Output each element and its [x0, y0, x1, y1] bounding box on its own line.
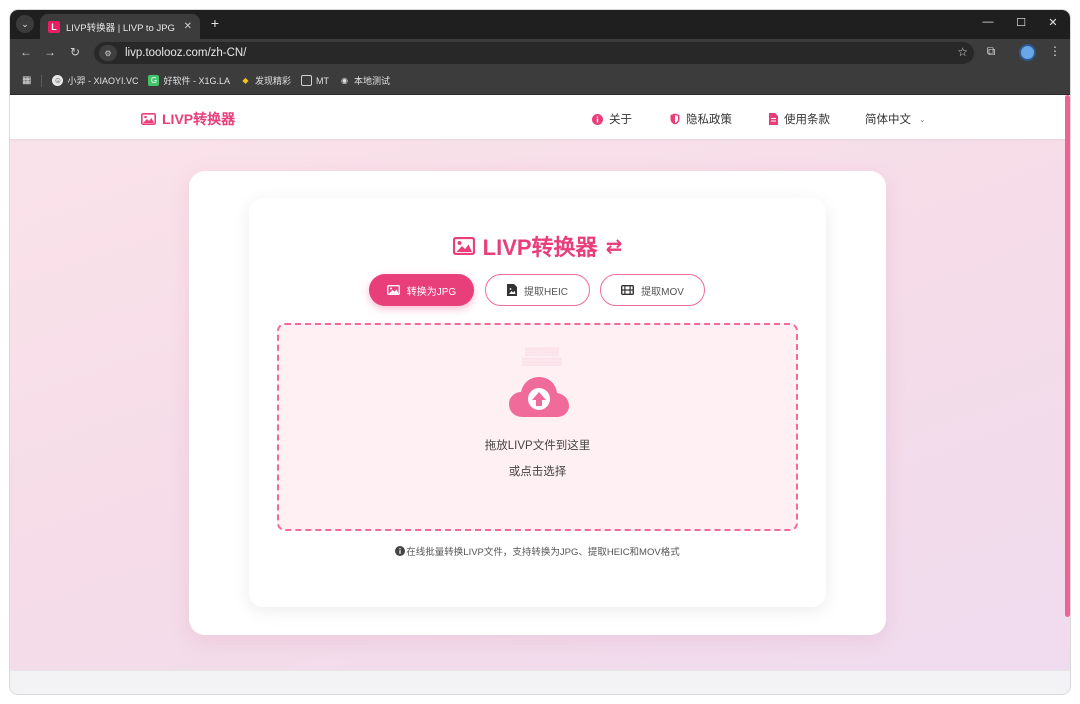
- bookmark-item[interactable]: ◆ 发现精彩: [240, 74, 291, 87]
- document-icon: [769, 113, 778, 125]
- logo-text: LIVP转换器: [162, 111, 236, 127]
- scrollbar[interactable]: [1065, 95, 1070, 617]
- info-icon: [395, 546, 406, 556]
- watermark: ▒▒▒▒▒▒ ▒▒▒▒▒▒▒: [522, 347, 562, 366]
- bookmark-item[interactable]: ☺ 小羿 - XIAOYI.VC: [52, 74, 138, 87]
- page-footer: [10, 670, 1070, 694]
- dropzone-secondary-text[interactable]: 或点击选择: [279, 463, 796, 479]
- file-dropzone[interactable]: ▒▒▒▒▒▒ ▒▒▒▒▒▒▒ 拖放LIVP文件到这里 或点击选择: [277, 323, 798, 531]
- image-icon: [452, 237, 475, 255]
- app-icon: G: [148, 75, 160, 86]
- bookmark-label: MT: [316, 75, 330, 86]
- new-tab-icon[interactable]: +: [206, 15, 224, 31]
- reload-icon[interactable]: ↻: [67, 45, 83, 59]
- nav-label: 隐私政策: [686, 114, 732, 126]
- browser-toolbar: ← → ↻ ⚙ livp.toolooz.com/zh-CN/ ☆ ⧉ ⋮: [10, 39, 1070, 67]
- tab-strip: ⌄ L LIVP转换器 | LIVP to JPG - 在线 ✕ + — ☐ ✕: [10, 10, 1070, 39]
- title-text: LIVP转换器: [482, 235, 598, 260]
- bookmark-star-icon[interactable]: ☆: [957, 45, 968, 59]
- chevron-down-icon: ⌄: [919, 114, 926, 124]
- tab-search-icon[interactable]: ⌄: [16, 15, 34, 33]
- tab-convert-jpg[interactable]: 转换为JPG: [369, 274, 474, 306]
- maximize-icon[interactable]: ☐: [1011, 16, 1031, 29]
- close-tab-icon[interactable]: ✕: [184, 21, 192, 32]
- globe-icon: ◉: [341, 76, 348, 85]
- nav-privacy[interactable]: 隐私政策: [670, 111, 732, 127]
- back-icon[interactable]: ←: [18, 45, 34, 59]
- forward-icon[interactable]: →: [42, 45, 58, 59]
- language-select[interactable]: 简体中文 ⌄: [865, 111, 926, 127]
- url-text[interactable]: livp.toolooz.com/zh-CN/: [125, 47, 246, 59]
- bookmarks-divider: [41, 74, 43, 87]
- bookmark-item[interactable]: ◉ 本地测试: [339, 74, 390, 87]
- folder-icon: [301, 75, 313, 86]
- web-page: LIVP转换器 关于 隐私政策 使用条款 简体中文 ⌄ LIVP转换器 ⇄ 转换…: [10, 95, 1070, 694]
- tab-label: 提取MOV: [641, 286, 684, 298]
- converter-panel: LIVP转换器 ⇄ 转换为JPG 提取HEIC 提取MOV ▒▒▒▒▒▒ ▒▒▒…: [189, 171, 886, 635]
- swap-arrows-icon: ⇄: [605, 235, 623, 258]
- bookmark-label: 小羿 - XIAOYI.VC: [67, 76, 139, 86]
- dropzone-primary-text: 拖放LIVP文件到这里: [484, 440, 591, 452]
- nav-label: 关于: [609, 114, 632, 126]
- image-icon: [141, 113, 156, 125]
- bookmark-item[interactable]: MT: [301, 75, 329, 86]
- tab-extract-heic[interactable]: 提取HEIC: [485, 274, 590, 306]
- site-header: LIVP转换器 关于 隐私政策 使用条款 简体中文 ⌄: [10, 95, 1070, 139]
- nav-terms[interactable]: 使用条款: [769, 111, 830, 127]
- sparkle-icon: ◆: [242, 76, 249, 85]
- bookmark-item[interactable]: G 好软件 - X1G.LA: [148, 74, 230, 87]
- address-bar[interactable]: ⚙ livp.toolooz.com/zh-CN/ ☆: [94, 42, 974, 64]
- nav-about[interactable]: 关于: [592, 111, 632, 127]
- bookmark-label: 本地测试: [354, 76, 391, 86]
- cloud-upload-icon: [509, 377, 569, 417]
- profile-avatar[interactable]: [1019, 44, 1036, 61]
- window-close-icon[interactable]: ✕: [1043, 16, 1063, 29]
- shield-icon: [670, 113, 680, 125]
- nav-label: 使用条款: [784, 114, 830, 126]
- tab-label: 转换为JPG: [406, 286, 457, 298]
- bookmarks-bar: ▦ ☺ 小羿 - XIAOYI.VC G 好软件 - X1G.LA ◆ 发现精彩…: [10, 67, 1070, 95]
- avatar-icon: ☺: [52, 75, 64, 86]
- site-settings-icon[interactable]: ⚙: [99, 45, 117, 61]
- site-logo[interactable]: LIVP转换器: [141, 109, 235, 129]
- language-label: 简体中文: [865, 114, 911, 126]
- apps-icon[interactable]: ▦: [22, 75, 31, 86]
- converter-card: LIVP转换器 ⇄ 转换为JPG 提取HEIC 提取MOV ▒▒▒▒▒▒ ▒▒▒…: [249, 198, 826, 607]
- browser-window: ⌄ L LIVP转换器 | LIVP to JPG - 在线 ✕ + — ☐ ✕…: [10, 10, 1070, 694]
- info-text: 在线批量转换LIVP文件，支持转换为JPG、提取HEIC和MOV格式: [249, 544, 826, 558]
- page-title: LIVP转换器 ⇄: [249, 230, 826, 262]
- tab-favicon-icon: L: [48, 20, 60, 33]
- film-icon: [621, 285, 635, 295]
- extensions-icon[interactable]: ⧉: [982, 44, 1000, 59]
- image-icon: [386, 285, 400, 295]
- bookmark-label: 好软件 - X1G.LA: [163, 76, 230, 86]
- more-menu-icon[interactable]: ⋮: [1046, 44, 1064, 58]
- minimize-icon[interactable]: —: [978, 16, 998, 28]
- tab-label: 提取HEIC: [524, 286, 568, 298]
- info-icon: [592, 113, 603, 125]
- bookmark-label: 发现精彩: [255, 76, 292, 86]
- info-label: 在线批量转换LIVP文件，支持转换为JPG、提取HEIC和MOV格式: [406, 547, 680, 558]
- tab-extract-mov[interactable]: 提取MOV: [600, 274, 705, 306]
- browser-tab[interactable]: L LIVP转换器 | LIVP to JPG - 在线 ✕: [40, 14, 200, 39]
- file-image-icon: [507, 284, 518, 296]
- tab-title: LIVP转换器 | LIVP to JPG - 在线: [66, 22, 178, 34]
